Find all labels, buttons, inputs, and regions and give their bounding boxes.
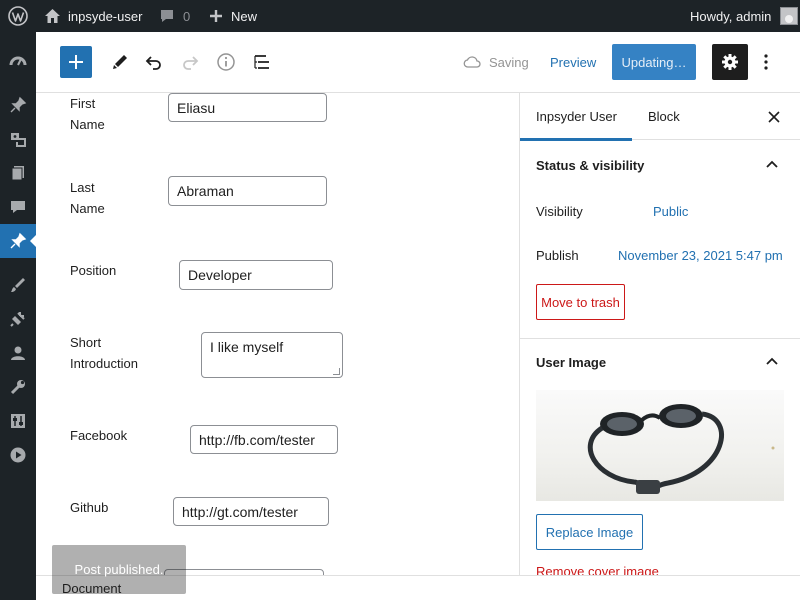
move-to-trash-button[interactable]: Move to trash (536, 284, 625, 320)
appearance-icon[interactable] (0, 268, 36, 302)
replace-image-button[interactable]: Replace Image (536, 514, 643, 550)
undo-icon (145, 56, 161, 70)
facebook-label: Facebook (70, 428, 128, 443)
sidebar-tabs: Inpsyder User Block (520, 93, 800, 141)
settings-sidebar: Inpsyder User Block Status & visibility … (519, 93, 800, 575)
site-name: inpsyde-user (68, 8, 143, 24)
facebook-field[interactable]: http://fb.com/tester (190, 425, 338, 454)
wordpress-logo-icon[interactable] (8, 0, 28, 32)
saving-status: Saving (463, 46, 529, 78)
visibility-value[interactable]: Public (653, 204, 688, 219)
comments-icon[interactable] (0, 190, 36, 224)
editor-content: First Name Eliasu Last Name Abraman Posi… (36, 93, 520, 575)
home-icon (45, 9, 60, 23)
list-view-icon (254, 55, 269, 69)
avatar (780, 7, 799, 25)
user-image-preview (536, 390, 784, 501)
inpsyder-users-icon[interactable] (0, 224, 36, 258)
list-view-button[interactable] (246, 46, 278, 78)
short-intro-textarea[interactable]: I like myself (201, 332, 343, 378)
users-icon[interactable] (0, 336, 36, 370)
settings-icon[interactable] (0, 404, 36, 438)
dashboard-icon[interactable] (0, 44, 36, 78)
saving-label: Saving (489, 54, 529, 70)
options-menu-button[interactable] (756, 44, 776, 80)
admin-bar: inpsyde-user 0 New Howdy, admin (0, 0, 800, 32)
last-name-label: Last Name (70, 180, 105, 216)
info-icon (217, 53, 235, 71)
comments-count: 0 (183, 8, 191, 24)
visibility-label: Visibility (536, 204, 583, 219)
settings-button[interactable] (712, 44, 748, 80)
panel-divider (520, 338, 800, 339)
comments-link[interactable]: 0 (159, 0, 190, 32)
media-icon[interactable] (0, 122, 36, 156)
user-image-panel-title[interactable]: User Image (536, 355, 606, 370)
tab-inpsyder-user[interactable]: Inpsyder User (520, 93, 632, 141)
tab-block[interactable]: Block (632, 93, 692, 140)
first-name-field[interactable]: Eliasu (168, 93, 327, 122)
remove-cover-image-link[interactable]: Remove cover image (536, 564, 659, 575)
redo-button[interactable] (174, 46, 206, 78)
swim-goggles-image (587, 404, 775, 494)
snackbar-notice: Post published. (52, 545, 186, 594)
preview-button[interactable]: Preview (542, 46, 604, 78)
last-name-field[interactable]: Abraman (168, 176, 327, 206)
comment-bubble-icon (161, 10, 173, 22)
publish-date[interactable]: November 23, 2021 5:47 pm (618, 248, 783, 263)
publish-label: Publish (536, 248, 579, 263)
chevron-up-icon[interactable] (764, 354, 780, 370)
close-sidebar-button[interactable] (764, 107, 784, 127)
site-home-link[interactable]: inpsyde-user (44, 0, 142, 32)
tools-button[interactable] (104, 46, 136, 78)
more-vertical-icon (764, 54, 768, 70)
posts-icon[interactable] (0, 88, 36, 122)
admin-menu (0, 32, 36, 600)
update-button[interactable]: Updating… (612, 44, 696, 80)
short-intro-label: Short Introduction (70, 335, 138, 371)
first-name-label: First Name (70, 96, 105, 132)
redo-icon (183, 56, 199, 70)
status-panel-title[interactable]: Status & visibility (536, 158, 644, 173)
howdy-text: Howdy, admin (690, 8, 772, 24)
tools-icon[interactable] (0, 370, 36, 404)
add-block-button[interactable] (60, 46, 92, 78)
plus-icon (210, 10, 222, 22)
pencil-icon (113, 55, 127, 69)
plus-icon (69, 55, 83, 69)
pages-icon[interactable] (0, 156, 36, 190)
github-field[interactable]: http://gt.com/tester (173, 497, 329, 526)
new-content-link[interactable]: New (209, 0, 257, 32)
github-label: Github (70, 500, 109, 515)
undo-button[interactable] (138, 46, 170, 78)
close-icon (768, 111, 780, 123)
video-icon[interactable] (0, 438, 36, 472)
new-label: New (231, 8, 258, 24)
gear-icon (722, 54, 738, 70)
position-label: Position (70, 263, 117, 278)
my-account-link[interactable]: Howdy, admin (690, 0, 799, 32)
plugins-icon[interactable] (0, 302, 36, 336)
cloud-icon (463, 56, 481, 68)
chevron-up-icon[interactable] (764, 157, 780, 173)
editor-header: Saving Preview Updating… (36, 32, 800, 93)
position-field[interactable]: Developer (179, 260, 333, 290)
details-button[interactable] (210, 46, 242, 78)
